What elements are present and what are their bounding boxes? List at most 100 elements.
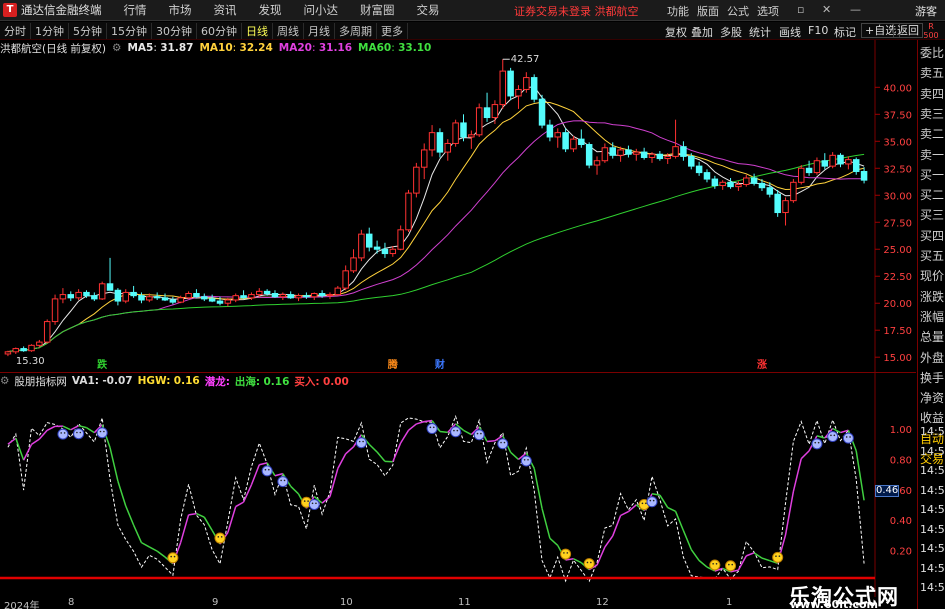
settings-icon[interactable]: ⚙ [0,375,9,387]
kline-chart[interactable]: 15.00 17.50 20.00 22.50 25.00 27.50 30.00 32.50… [0,40,916,373]
mark-button[interactable]: 标记 [834,24,856,40]
buy-face-icon [560,548,572,560]
close-icon[interactable]: ✕ [822,3,831,16]
buy-face-icon [583,558,595,570]
side-tab-item[interactable]: 卖四 [920,87,944,101]
tab-60min[interactable]: 60分钟 [197,22,242,39]
candle-body [75,291,82,299]
menu-item-trade[interactable]: 交易 [417,2,440,18]
side-tab-item[interactable]: 买一 [920,168,944,182]
chuhai-segment [156,550,166,558]
side-tab-item[interactable]: 卖五 [920,66,944,80]
candle-body [389,248,397,255]
chuhai-segment [698,559,708,568]
side-tab-item[interactable]: 外盘 [920,351,944,365]
draw-line-button[interactable]: 画线 [779,24,801,40]
face-eye [480,432,482,435]
y-tick-label: 27.50 [883,218,912,229]
side-tab-item[interactable]: 买五 [920,249,944,263]
overlay-button[interactable]: 叠加 [691,24,713,40]
guest-label[interactable]: 游客 [915,3,937,19]
face-circle [827,431,839,443]
face-circle [96,427,108,439]
restore-icon[interactable]: ▫ [797,3,804,16]
tab-multi-period[interactable]: 多周期 [335,22,377,39]
menu-item-news[interactable]: 资讯 [214,2,237,18]
face-eye [264,468,267,471]
x-label: 10 [340,597,353,608]
candle-body [625,149,632,155]
side-tab-item[interactable]: 买四 [920,229,944,243]
qianlong-segment [745,552,755,557]
menu-item-quotes[interactable]: 行情 [124,2,147,18]
side-tab-item[interactable]: 涨跌 [920,290,944,304]
multi-stock-button[interactable]: 多股 [720,24,742,40]
tab-5min[interactable]: 5分钟 [69,22,107,39]
menu-item-discover[interactable]: 发现 [259,2,282,18]
menu-item-formula[interactable]: 公式 [727,3,749,19]
sell-face-icon [842,432,854,444]
qianlong-segment [400,429,410,444]
side-tab-item[interactable]: 卖一 [920,148,944,162]
candle-body [185,293,192,299]
face-eye [63,432,66,434]
side-tab-item[interactable]: 净资 [920,391,944,405]
side-tab-item[interactable]: 买三 [920,208,944,222]
menu-item-ask[interactable]: 问小达 [304,2,339,18]
candle-body [67,294,75,299]
face-eye [303,500,306,502]
adjust-button[interactable]: 复权 [665,24,687,40]
candle-body [177,297,184,303]
stats-button[interactable]: 统计 [749,24,771,40]
side-tab-item[interactable]: 委比 [920,46,944,60]
face-eye [220,536,223,538]
chuhai-segment [109,447,119,482]
buy-face-icon [167,552,179,564]
menu-item-wealth[interactable]: 财富圈 [360,2,395,18]
candle-body [428,132,436,151]
side-tab-item[interactable]: 总量 [920,330,944,344]
candle-body [523,77,530,90]
settings-icon[interactable]: ⚙ [112,42,121,54]
side-tab-item[interactable]: 换手 [920,371,944,385]
tab-15min[interactable]: 15分钟 [107,22,152,39]
chuhai-segment [541,508,551,539]
menu-item-function[interactable]: 功能 [667,3,689,19]
tab-30min[interactable]: 30分钟 [152,22,197,39]
x-label: 12 [596,597,609,608]
tab-1min[interactable]: 1分钟 [31,22,69,39]
candle-body [98,283,106,300]
tab-more[interactable]: 更多 [377,22,408,39]
menu-item-market[interactable]: 市场 [169,2,192,18]
f10-button[interactable]: F10 [808,24,828,37]
candle-body [546,124,554,138]
candle-body [452,122,459,144]
face-circle [426,423,438,435]
stock-label[interactable]: 洪都航空(日线 前复权) [0,41,106,56]
side-tab-item[interactable]: 收益 [920,411,944,425]
minimize-icon[interactable]: — [850,3,861,16]
candle-body [782,200,789,214]
menu-item-layout[interactable]: 版面 [697,3,719,19]
menu-item-options[interactable]: 选项 [757,3,779,19]
tab-daily[interactable]: 日线 [242,22,273,39]
side-top-label: R 500 [923,22,939,40]
candle-body [420,149,428,168]
side-tab-item[interactable]: 卖二 [920,127,944,141]
candle-body [837,154,844,165]
tab-intraday[interactable]: 分时 [0,22,31,39]
chuhai-segment [753,552,763,559]
side-tab-item[interactable]: 现价 [920,269,944,283]
login-notice[interactable]: 证券交易未登录 洪都航空 [514,3,639,19]
tab-weekly[interactable]: 周线 [273,22,304,39]
event-marker: 财 [434,358,445,371]
chuhai-segment [659,494,669,508]
side-tab-item[interactable]: 卖三 [920,107,944,121]
indicator-chart[interactable]: 1.000.800.600.400.20 [0,373,916,597]
tab-monthly[interactable]: 月线 [304,22,335,39]
candle-body [59,294,67,300]
side-tab-item[interactable]: 买二 [920,188,944,202]
candle-body [318,293,326,297]
side-tab-item[interactable]: 涨幅 [920,310,944,324]
indicator-name[interactable]: 股朋指标网 [14,374,67,389]
